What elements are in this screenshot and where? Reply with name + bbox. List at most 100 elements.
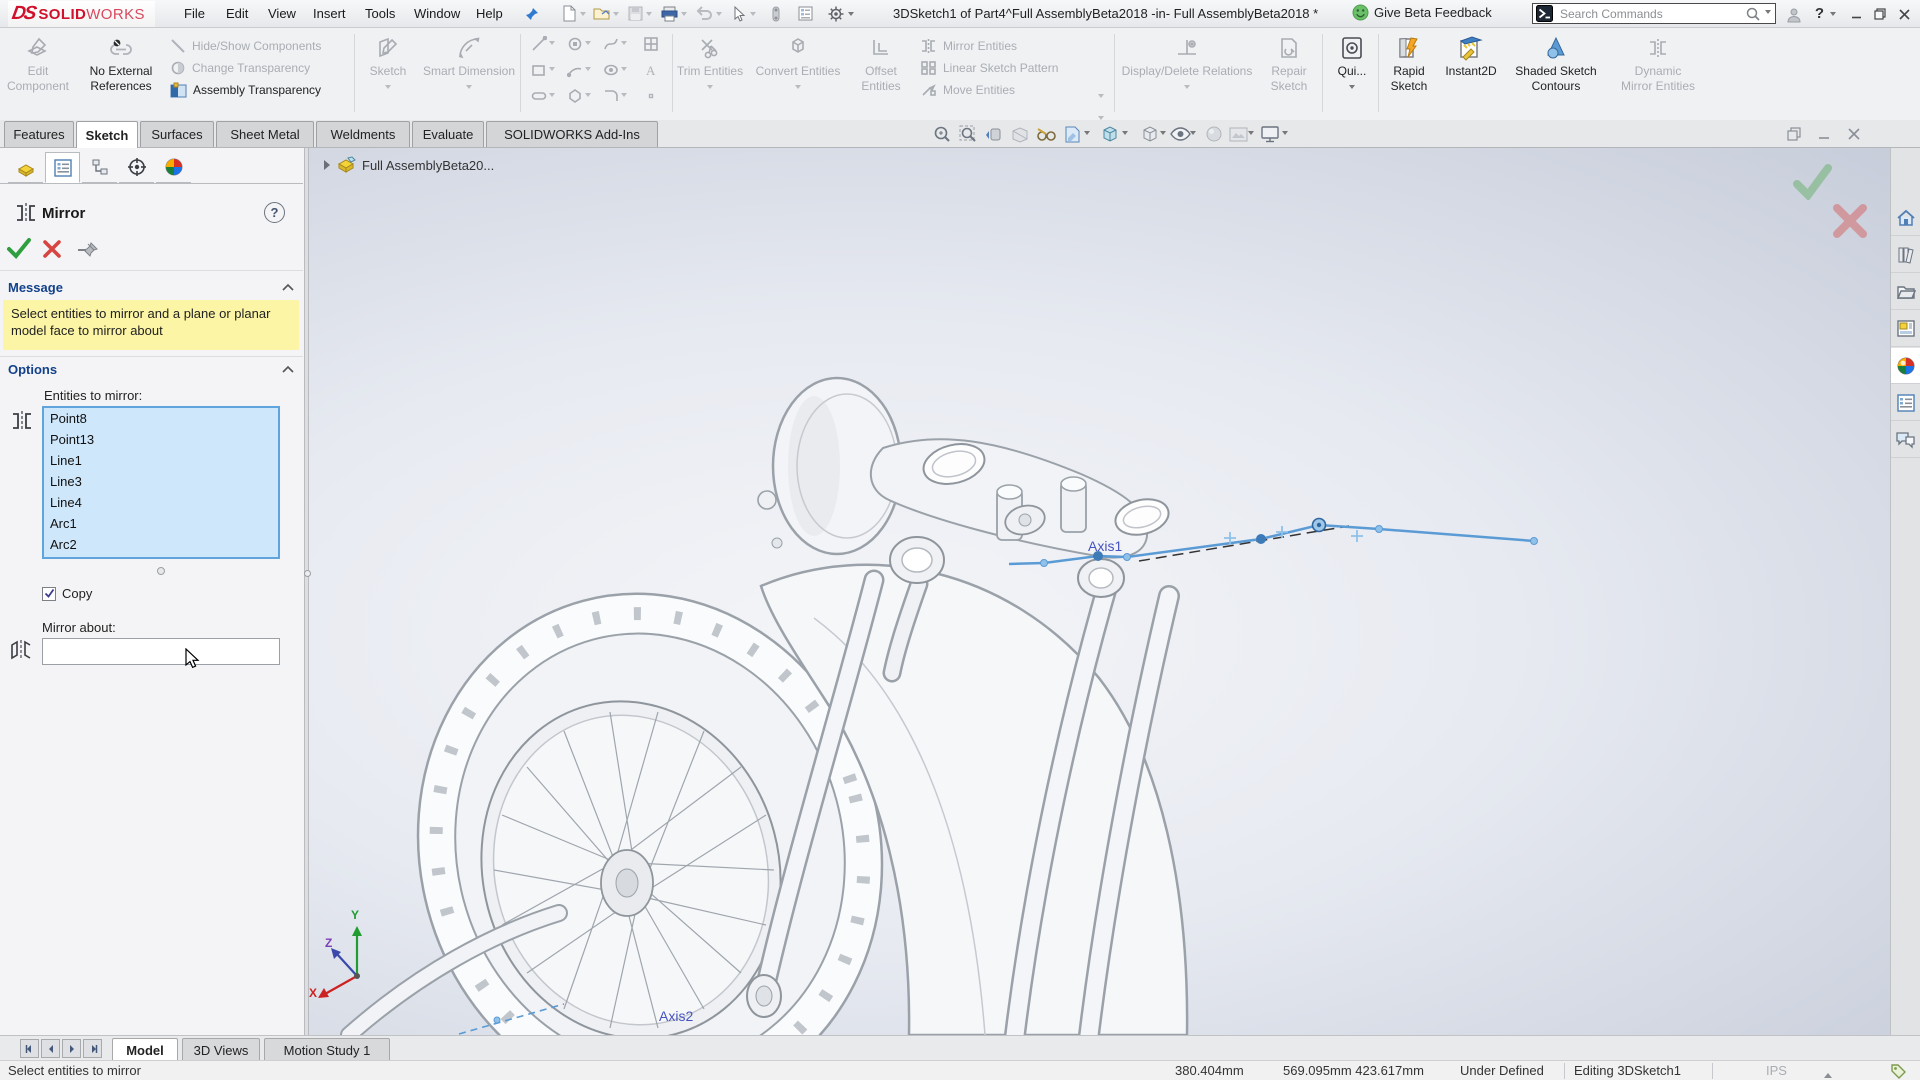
close-button[interactable]: [1894, 5, 1914, 23]
menu-window[interactable]: Window: [404, 0, 470, 27]
triple-clamp[interactable]: [871, 438, 1172, 597]
doc-window-minimize-icon[interactable]: [1812, 122, 1836, 146]
property-manager-tab[interactable]: [45, 152, 80, 183]
properties-icon[interactable]: [796, 4, 815, 23]
display-delete-caret[interactable]: [1184, 85, 1190, 92]
beta-feedback-button[interactable]: Give Beta Feedback: [1352, 4, 1492, 21]
minimize-button[interactable]: [1846, 5, 1866, 23]
zoom-to-area-icon[interactable]: [956, 122, 980, 146]
polygon-tool[interactable]: [562, 84, 596, 108]
select-caret[interactable]: [750, 12, 756, 19]
smart-dimension-caret[interactable]: [466, 85, 472, 92]
forum-button[interactable]: [1891, 422, 1920, 458]
view-settings-monitor-icon[interactable]: [1258, 122, 1282, 146]
no-external-references-button[interactable]: No External References: [80, 30, 162, 118]
tab-model[interactable]: Model: [112, 1038, 178, 1061]
tab-solidworks-addins[interactable]: SOLIDWORKS Add-Ins: [486, 121, 658, 147]
quick-snaps-button[interactable]: Qui...: [1328, 30, 1376, 118]
trim-entities-button[interactable]: Trim Entities: [676, 30, 744, 118]
line-tool[interactable]: [526, 32, 560, 56]
dynamic-mirror-button[interactable]: Dynamic Mirror Entities: [1608, 30, 1708, 118]
entities-to-mirror-listbox[interactable]: Point8 Point13 Line1 Line3 Line4 Arc1 Ar…: [42, 406, 280, 559]
file-explorer-button[interactable]: [1891, 274, 1920, 310]
section-view-icon[interactable]: [1007, 122, 1031, 146]
edit-component-button[interactable]: Edit Component: [6, 30, 70, 118]
rapid-sketch-button[interactable]: Rapid Sketch: [1382, 30, 1436, 118]
menu-file[interactable]: File: [174, 0, 215, 27]
doc-window-restore-icon[interactable]: [1782, 122, 1806, 146]
listbox-resize-handle[interactable]: [157, 567, 165, 575]
tab-motion-study[interactable]: Motion Study 1: [264, 1038, 390, 1061]
restore-button[interactable]: [1870, 5, 1890, 23]
zoom-fit-icon[interactable]: [930, 122, 954, 146]
model-canvas[interactable]: [309, 148, 1890, 1035]
breadcrumb-expand-icon[interactable]: [323, 159, 331, 171]
display-style-icon[interactable]: [1138, 122, 1162, 146]
arc-tool[interactable]: [562, 58, 596, 82]
tab-3d-views[interactable]: 3D Views: [182, 1038, 260, 1061]
apply-scene-caret[interactable]: [1248, 131, 1254, 138]
repair-sketch-button[interactable]: Repair Sketch: [1260, 30, 1318, 118]
magnet-sketch-icon[interactable]: [766, 4, 785, 23]
change-transparency-button[interactable]: Change Transparency: [170, 58, 310, 78]
tab-sheet-metal[interactable]: Sheet Metal: [216, 121, 314, 147]
design-library-button[interactable]: [1891, 237, 1920, 273]
menu-edit[interactable]: Edit: [216, 0, 258, 27]
display-manager-tab[interactable]: [156, 152, 191, 183]
units-caret[interactable]: [1824, 1069, 1832, 1078]
doc-window-close-icon[interactable]: [1842, 122, 1866, 146]
options-section-header[interactable]: Options: [0, 360, 303, 382]
menu-insert[interactable]: Insert: [303, 0, 356, 27]
prev-tab-nav-button[interactable]: [41, 1039, 60, 1058]
list-item[interactable]: Point13: [44, 429, 278, 450]
ellipse-tool[interactable]: [598, 58, 632, 82]
slot-tool[interactable]: [526, 84, 560, 108]
edit-appearance-ball-icon[interactable]: [1202, 122, 1226, 146]
options-collapse-chevron-icon[interactable]: [282, 365, 294, 373]
menu-view[interactable]: View: [258, 0, 306, 27]
mirror-about-input[interactable]: [42, 638, 280, 665]
quick-snaps-caret[interactable]: [1349, 85, 1355, 92]
cancel-button[interactable]: [42, 239, 62, 259]
hide-show-items-caret[interactable]: [1190, 131, 1196, 138]
confirm-corner-cancel-icon[interactable]: [1831, 202, 1869, 240]
convert-entities-button[interactable]: Convert Entities: [748, 30, 848, 118]
breadcrumb[interactable]: Full AssemblyBeta20...: [323, 156, 494, 174]
copy-checkbox[interactable]: [42, 587, 56, 601]
first-tab-nav-button[interactable]: [20, 1039, 39, 1058]
hide-show-components-button[interactable]: Hide/Show Components: [170, 36, 321, 56]
configuration-manager-tab[interactable]: [82, 152, 117, 183]
instant2d-button[interactable]: Instant2D: [1438, 30, 1504, 118]
pin-button[interactable]: [76, 240, 100, 260]
axis1-label[interactable]: Axis1: [1088, 538, 1122, 554]
last-tab-nav-button[interactable]: [83, 1039, 102, 1058]
undo-icon[interactable]: [695, 4, 714, 23]
confirm-corner-ok-icon[interactable]: [1791, 164, 1833, 200]
help-caret[interactable]: [1830, 12, 1836, 19]
ok-button[interactable]: [6, 236, 32, 260]
shaded-sketch-contours-button[interactable]: Shaded Sketch Contours: [1506, 30, 1606, 118]
options-caret[interactable]: [848, 12, 854, 19]
menu-tools[interactable]: Tools: [355, 0, 405, 27]
view-palette-button[interactable]: [1891, 311, 1920, 347]
sketch-caret[interactable]: [385, 85, 391, 92]
smart-dimension-button[interactable]: Smart Dimension: [420, 30, 518, 118]
assembly-transparency-button[interactable]: Assembly Transparency: [170, 80, 321, 100]
menu-help[interactable]: Help: [466, 0, 513, 27]
appearances-scenes-button[interactable]: [1891, 348, 1920, 384]
sketch-button[interactable]: Sketch: [360, 30, 416, 118]
login-user-icon[interactable]: [1784, 5, 1803, 24]
circle-tool[interactable]: [562, 32, 596, 56]
list-item[interactable]: Point8: [44, 408, 278, 429]
linear-pattern-caret[interactable]: [1098, 94, 1104, 101]
list-item[interactable]: Line3: [44, 471, 278, 492]
pin-menubar-icon[interactable]: [522, 4, 541, 23]
list-item[interactable]: Line1: [44, 450, 278, 471]
open-caret[interactable]: [613, 12, 619, 19]
list-item[interactable]: Arc2: [44, 534, 278, 555]
view-settings-caret[interactable]: [1282, 131, 1288, 138]
display-style-caret[interactable]: [1160, 131, 1166, 138]
point-tool[interactable]: [634, 84, 668, 108]
undo-caret[interactable]: [716, 12, 722, 19]
search-scope-caret[interactable]: [1765, 10, 1771, 17]
